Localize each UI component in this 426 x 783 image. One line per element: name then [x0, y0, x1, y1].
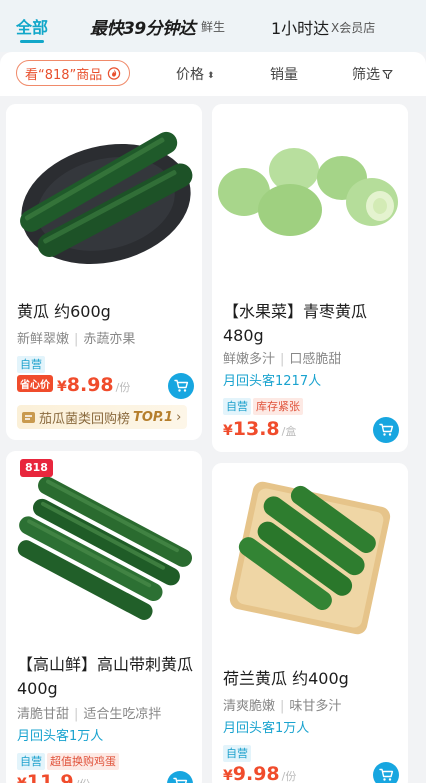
price-value: 13.8 [232, 418, 280, 440]
tab-one-hour-delivery[interactable]: 1小时达 [271, 15, 329, 39]
desc-b: 适合生吃凉拌 [83, 707, 162, 722]
cart-icon [378, 768, 393, 781]
product-name: 【水果菜】青枣黄瓜 480g [223, 300, 367, 348]
product-card[interactable]: 【水果菜】青枣黄瓜 480g 鲜嫩多汁 | 口感脆甜 月回头客1217人 自营 库存紧… [212, 104, 408, 452]
repurchase-rank-banner[interactable]: 茄瓜菌类回购榜 TOP.1 › [17, 405, 188, 429]
trade-up-egg-tag: 超值换购鸡蛋 [47, 753, 119, 770]
product-name-line1: 【高山鲜】高山带刺黄瓜 [17, 655, 194, 674]
product-image [6, 104, 202, 284]
sort-price-label: 价格 [176, 67, 204, 83]
repurchase-count: 月回头客1217人 [223, 374, 322, 389]
chevron-right-icon: › [176, 409, 182, 425]
tab-active-indicator [20, 40, 44, 43]
tab-all[interactable]: 全部 [16, 14, 48, 38]
currency-symbol: ¥ [223, 768, 233, 783]
desc-b: 味甘多汁 [289, 699, 342, 714]
sort-price-button[interactable]: 价格 ⬍ [176, 64, 215, 84]
top-tab-bar: 全部 最快39分钟达 鲜生 1小时达 X会员店 [0, 0, 426, 52]
product-description: 新鲜翠嫩 | 赤蔬亦果 [17, 328, 135, 347]
divider: | [74, 332, 79, 347]
self-operated-tag: 自营 [223, 398, 251, 415]
tab-one-hour-delivery-sub: X会员店 [331, 21, 376, 35]
view-818-chip[interactable]: 看“818”商品 [16, 60, 131, 86]
promo-818-badge: 818 [20, 459, 53, 477]
add-to-cart-button[interactable] [373, 417, 399, 443]
cart-icon [172, 777, 187, 783]
product-card[interactable]: 荷兰黄瓜 约400g 清爽脆嫩 | 味甘多汁 月回头客1万人 自营 ¥9.98 /份 [212, 463, 408, 783]
price-row: ¥11.9 /份 [17, 771, 90, 783]
price: ¥8.98 [57, 374, 114, 396]
rank-badge-icon [22, 411, 35, 423]
price-value: 8.98 [66, 374, 114, 396]
product-image [6, 451, 202, 641]
desc-a: 新鲜翠嫩 [17, 332, 70, 347]
product-image [212, 463, 408, 653]
product-card[interactable]: 818 【高山鲜】高山带刺黄瓜 400g 清脆甘甜 | 适合生吃凉拌 月回头客1万人 … [6, 451, 202, 783]
filter-button[interactable]: 筛选 [352, 64, 393, 84]
price-row: ¥9.98 /份 [223, 763, 296, 783]
sort-toggle-icon: ⬍ [207, 71, 215, 81]
desc-b: 口感脆甜 [289, 352, 342, 367]
self-operated-tag: 自营 [17, 753, 45, 770]
product-card[interactable]: 黄瓜 约600g 新鲜翠嫩 | 赤蔬亦果 自营 省心价 ¥8.98 /份 茄瓜菌类回… [6, 104, 202, 440]
desc-a: 清爽脆嫩 [223, 699, 276, 714]
funnel-icon [382, 69, 393, 80]
rank-top: TOP.1 [133, 409, 174, 425]
flame-icon [108, 67, 121, 80]
product-name-line1: 【水果菜】青枣黄瓜 [223, 302, 368, 321]
cart-icon [378, 423, 393, 436]
currency-symbol: ¥ [17, 776, 27, 783]
sort-sales-button[interactable]: 销量 [270, 64, 298, 84]
price-value: 9.98 [232, 763, 280, 783]
price: ¥9.98 [223, 763, 280, 783]
divider: | [74, 707, 79, 722]
price-unit: /份 [76, 776, 91, 783]
price-label-badge: 省心价 [17, 375, 53, 392]
product-name-line2: 480g [223, 326, 264, 345]
currency-symbol: ¥ [223, 423, 233, 439]
price-unit: /盒 [281, 425, 297, 438]
price-value: 11.9 [26, 771, 74, 783]
currency-symbol: ¥ [57, 379, 67, 395]
product-name: 【高山鲜】高山带刺黄瓜 400g [17, 653, 193, 701]
add-to-cart-button[interactable] [167, 771, 193, 783]
product-description: 清脆甘甜 | 适合生吃凉拌 [17, 703, 161, 722]
filter-bar: 看“818”商品 价格 ⬍ 销量 筛选 [0, 52, 426, 96]
repurchase-count: 月回头客1万人 [223, 721, 310, 736]
divider: | [280, 699, 285, 714]
tab-fastest-delivery-sub: 鲜生 [201, 20, 226, 34]
product-name-line2: 400g [17, 679, 58, 698]
product-description: 清爽脆嫩 | 味甘多汁 [223, 695, 341, 714]
add-to-cart-button[interactable] [168, 373, 194, 399]
cart-icon [173, 379, 188, 392]
price-unit: /份 [281, 770, 297, 783]
repurchase-count: 月回头客1万人 [17, 729, 104, 744]
desc-b: 赤蔬亦果 [83, 332, 136, 347]
tab-fastest-delivery[interactable]: 最快39分钟达 [90, 14, 196, 39]
price: ¥11.9 [17, 771, 74, 783]
filter-label: 筛选 [352, 67, 380, 83]
add-to-cart-button[interactable] [373, 762, 399, 783]
desc-a: 清脆甘甜 [17, 707, 70, 722]
view-818-chip-label: 看“818”商品 [25, 67, 103, 83]
divider: | [280, 352, 285, 367]
price: ¥13.8 [223, 418, 280, 440]
self-operated-tag: 自营 [17, 356, 45, 373]
rank-text: 茄瓜菌类回购榜 [39, 411, 131, 427]
product-image [212, 104, 408, 284]
desc-a: 鲜嫩多汁 [223, 352, 276, 367]
price-unit: /份 [115, 381, 131, 394]
low-stock-tag: 库存紧张 [253, 398, 303, 415]
product-name: 黄瓜 约600g [17, 302, 111, 321]
price-row: ¥13.8 /盒 [223, 418, 296, 440]
product-name: 荷兰黄瓜 约400g [223, 669, 349, 688]
price-row: 省心价 ¥8.98 /份 [17, 374, 130, 396]
self-operated-tag: 自营 [223, 745, 251, 762]
product-description: 鲜嫩多汁 | 口感脆甜 [223, 348, 341, 367]
